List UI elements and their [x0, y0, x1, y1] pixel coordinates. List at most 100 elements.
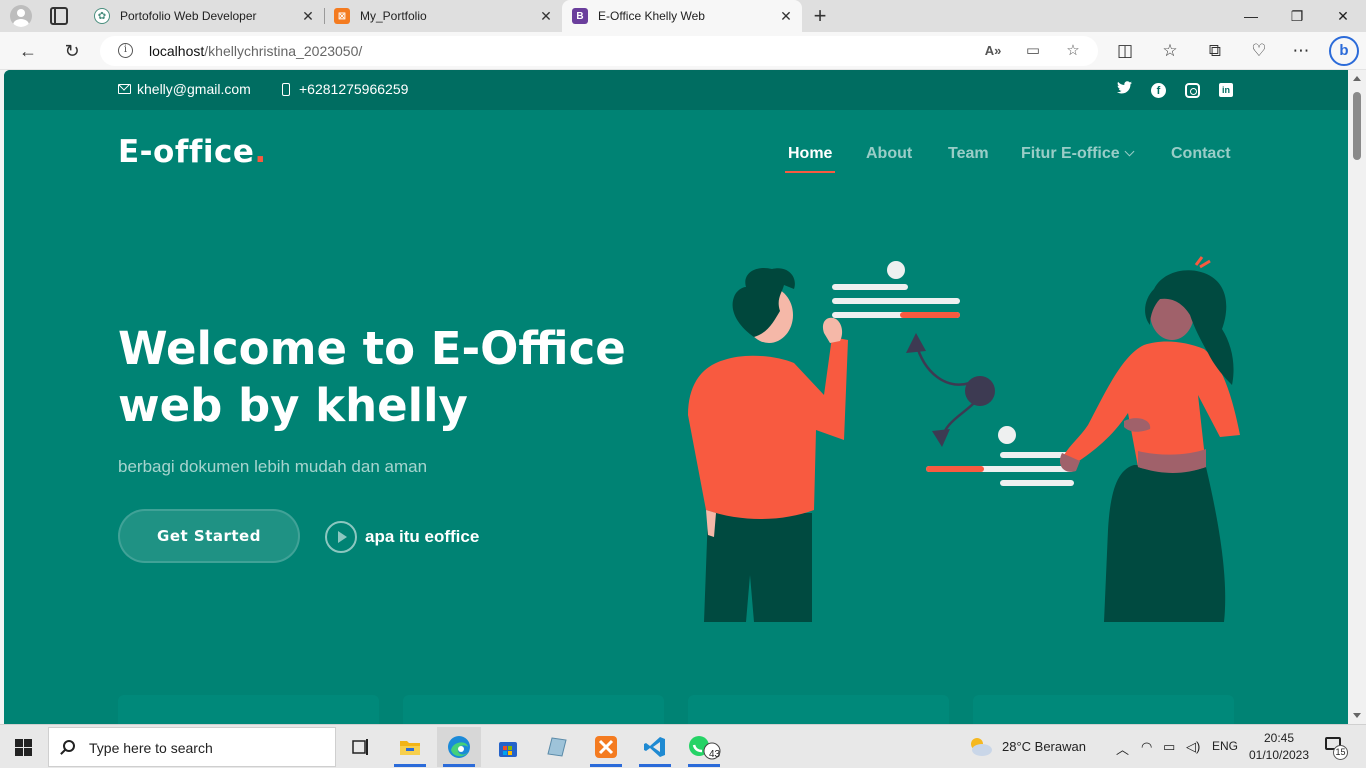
- vscode-icon[interactable]: [633, 727, 677, 767]
- weather-text[interactable]: 28°C Berawan: [1002, 739, 1086, 754]
- video-link-label: apa itu eoffice: [365, 527, 480, 546]
- tab-strip: ✿ Portofolio Web Developer ✕ ⊠ My_Portfo…: [0, 0, 1366, 32]
- address-bar: ← ↻ i localhost/khellychristina_2023050/…: [0, 32, 1366, 70]
- clock-time: 20:45: [1263, 731, 1295, 745]
- url-input[interactable]: i localhost/khellychristina_2023050/ A» …: [100, 36, 1098, 66]
- chatgpt-icon: ✿: [94, 8, 110, 24]
- url-host: localhost: [149, 43, 205, 59]
- email-contact[interactable]: khelly@gmail.com: [118, 81, 251, 97]
- bing-icon[interactable]: b: [1329, 36, 1359, 66]
- man-figure: [688, 267, 848, 622]
- bottom-document: [926, 426, 1074, 486]
- edge-browser-icon[interactable]: [437, 727, 481, 767]
- minimize-button[interactable]: —: [1228, 0, 1274, 32]
- restore-button[interactable]: ❐: [1274, 0, 1320, 32]
- browser-essentials-icon[interactable]: ♡: [1248, 40, 1270, 62]
- email-text: khelly@gmail.com: [137, 81, 251, 97]
- page-viewport: khelly@gmail.com +6281275966259 f in E-o…: [4, 70, 1348, 724]
- close-window-button[interactable]: ✕: [1320, 0, 1366, 32]
- watch-video-link[interactable]: apa itu eoffice: [325, 521, 479, 553]
- notes-app-icon[interactable]: [535, 727, 579, 767]
- back-arrow-icon[interactable]: ←: [16, 39, 40, 63]
- get-started-button[interactable]: Get Started: [118, 509, 300, 563]
- collections-icon[interactable]: ⧉: [1204, 40, 1226, 62]
- wifi-icon[interactable]: ◠: [1141, 739, 1152, 755]
- nav-fitur-e-office[interactable]: Fitur E-office: [1021, 145, 1135, 163]
- phone-text: +6281275966259: [299, 81, 409, 97]
- hero-title: Welcome to E-Office web by khelly: [118, 320, 678, 434]
- play-circle-icon: [325, 521, 357, 553]
- nav-about[interactable]: About: [866, 145, 912, 163]
- weather-icon[interactable]: [966, 734, 994, 761]
- top-document: [832, 261, 960, 318]
- url-text[interactable]: localhost/khellychristina_2023050/: [149, 43, 362, 59]
- tab-title: E-Office Khelly Web: [598, 9, 705, 23]
- url-path: /khellychristina_2023050/: [204, 43, 363, 59]
- feature-card: [973, 695, 1234, 724]
- instagram-icon[interactable]: [1185, 83, 1200, 98]
- exchange-arrows: [906, 333, 975, 447]
- tab-actions-icon[interactable]: [50, 7, 68, 25]
- whatsapp-badge: 43: [709, 749, 721, 760]
- close-icon[interactable]: ✕: [298, 8, 318, 25]
- nav-contact[interactable]: Contact: [1171, 145, 1231, 163]
- hero-title-line1: Welcome to E-Office: [118, 322, 626, 375]
- tab-title: Portofolio Web Developer: [120, 9, 257, 23]
- volume-icon[interactable]: ◁): [1186, 739, 1200, 755]
- clock-date: 01/10/2023: [1248, 748, 1310, 762]
- nav-home[interactable]: Home: [784, 145, 836, 173]
- language-indicator[interactable]: ENG: [1212, 739, 1238, 753]
- notification-count-badge: 15: [1333, 745, 1348, 760]
- feature-card: [403, 695, 664, 724]
- notification-center-icon[interactable]: 15: [1323, 735, 1348, 760]
- search-icon: [63, 740, 75, 752]
- xampp-taskbar-icon[interactable]: [584, 727, 628, 767]
- search-placeholder: Type here to search: [89, 740, 213, 756]
- logo-dot: .: [254, 134, 267, 170]
- scroll-down-icon[interactable]: [1353, 713, 1361, 718]
- close-icon[interactable]: ✕: [536, 8, 556, 25]
- scroll-up-icon[interactable]: [1353, 76, 1361, 81]
- close-icon[interactable]: ✕: [776, 8, 796, 25]
- linkedin-icon[interactable]: in: [1219, 83, 1233, 97]
- windows-start-icon[interactable]: [15, 739, 32, 756]
- taskbar-search-input[interactable]: Type here to search: [48, 727, 336, 767]
- windows-taskbar: Type here to search 43 28°C Berawan ︿ ◠ …: [0, 724, 1366, 768]
- favorites-icon[interactable]: ☆: [1159, 40, 1181, 62]
- show-hidden-icons-icon[interactable]: ︿: [1116, 739, 1129, 758]
- task-view-icon[interactable]: [338, 727, 382, 767]
- envelope-icon: [118, 84, 131, 94]
- scroll-thumb[interactable]: [1353, 92, 1361, 160]
- read-aloud-icon[interactable]: A»: [984, 42, 1002, 60]
- whatsapp-icon[interactable]: 43: [682, 727, 726, 767]
- xampp-icon: ⊠: [334, 8, 350, 24]
- twitter-icon[interactable]: [1115, 81, 1133, 99]
- new-tab-button[interactable]: +: [808, 3, 832, 29]
- feature-card: [118, 695, 379, 724]
- info-icon[interactable]: i: [118, 43, 133, 58]
- bootstrap-icon: B: [572, 8, 588, 24]
- taskbar-clock[interactable]: 20:45 01/10/2023: [1248, 730, 1310, 764]
- phone-contact[interactable]: +6281275966259: [282, 81, 408, 97]
- profile-avatar-icon[interactable]: [10, 5, 32, 27]
- chevron-down-icon: [1124, 146, 1135, 157]
- file-explorer-icon[interactable]: [388, 727, 432, 767]
- site-logo[interactable]: E-office.: [118, 134, 267, 170]
- tab-my-portfolio[interactable]: ⊠ My_Portfolio ✕: [324, 0, 562, 32]
- logo-text: E-office: [118, 134, 255, 170]
- facebook-icon[interactable]: f: [1151, 83, 1166, 98]
- refresh-icon[interactable]: ↻: [60, 39, 84, 63]
- split-screen-icon[interactable]: ◫: [1114, 40, 1136, 62]
- microsoft-store-icon[interactable]: [486, 727, 530, 767]
- hero-subtitle: berbagi dokumen lebih mudah dan aman: [118, 457, 428, 476]
- battery-icon[interactable]: ▭: [1163, 739, 1175, 755]
- tab-e-office-khelly-web[interactable]: B E-Office Khelly Web ✕: [562, 0, 802, 32]
- nav-team[interactable]: Team: [948, 145, 989, 163]
- page-scrollbar[interactable]: [1348, 70, 1366, 724]
- phone-icon: [282, 82, 290, 96]
- hero-illustration: [688, 256, 1240, 622]
- tab-portfolio-web-developer[interactable]: ✿ Portofolio Web Developer ✕: [84, 0, 324, 32]
- favorite-star-icon[interactable]: ☆: [1064, 42, 1082, 60]
- immersive-reader-icon[interactable]: ▭: [1024, 42, 1042, 60]
- more-options-icon[interactable]: ⋯: [1290, 40, 1312, 62]
